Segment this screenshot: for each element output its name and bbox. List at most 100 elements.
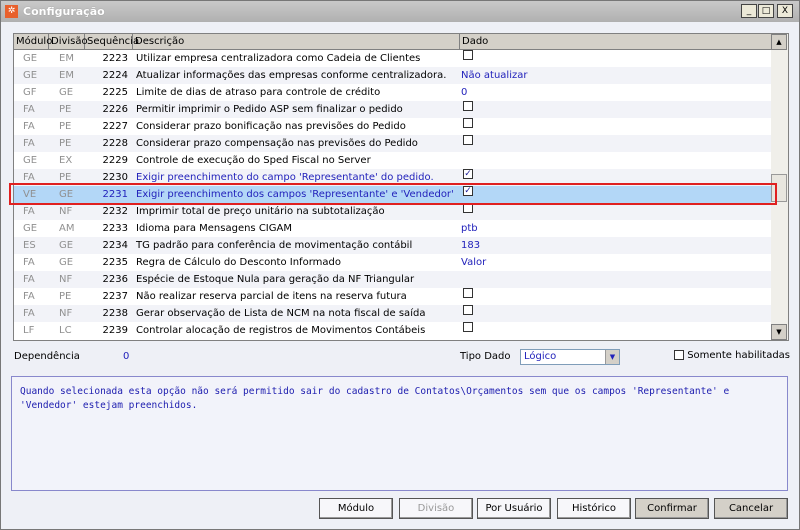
cell-dado: ptb xyxy=(461,223,478,234)
checkbox-icon[interactable] xyxy=(463,305,473,315)
cancelar-button[interactable]: Cancelar xyxy=(714,498,788,519)
cell-descricao: Espécie de Estoque Nula para geração da … xyxy=(136,274,415,285)
cell-divisao: GE xyxy=(59,240,74,251)
table-row[interactable]: GE EM 2224 Atualizar informações das empres… xyxy=(14,67,772,84)
cell-divisao: PE xyxy=(59,138,72,149)
cell-descricao: Não realizar reserva parcial de itens na… xyxy=(136,291,407,302)
description-box: Quando selecionada esta opção não será p… xyxy=(11,376,788,491)
chevron-down-icon[interactable]: ▼ xyxy=(605,350,619,364)
cell-descricao: Imprimir total de preço unitário na subt… xyxy=(136,206,385,217)
divisao-button[interactable]: Divisão xyxy=(399,498,473,519)
title-bar: ✲ Configuração _ □ X xyxy=(1,1,799,22)
col-dado[interactable]: Dado xyxy=(460,34,772,50)
modulo-button[interactable]: Módulo xyxy=(319,498,393,519)
cell-modulo: ES xyxy=(23,240,36,251)
somente-habilitadas-checkbox[interactable]: Somente habilitadas xyxy=(674,350,790,361)
cell-sequencia: 2238 xyxy=(102,308,128,319)
col-modulo[interactable]: Módulo xyxy=(14,34,52,50)
cell-divisao: AM xyxy=(59,223,75,234)
col-descricao[interactable]: Descrição xyxy=(133,34,460,50)
cell-divisao: NF xyxy=(59,206,73,217)
cell-descricao: Regra de Cálculo do Desconto Informado xyxy=(136,257,341,268)
table-row[interactable]: GE EX 2229 Controle de execução do Sped Fis… xyxy=(14,152,772,169)
app-icon: ✲ xyxy=(5,5,18,18)
table-row[interactable]: GF GE 2225 Limite de dias de atraso para co… xyxy=(14,84,772,101)
cell-divisao: GE xyxy=(59,87,74,98)
minimize-button[interactable]: _ xyxy=(741,4,757,18)
table-row[interactable]: LF LC 2239 Controlar alocação de registros … xyxy=(14,322,772,339)
cell-sequencia: 2236 xyxy=(102,274,128,285)
table-row[interactable]: FA NF 2238 Gerar observação de Lista de NCM… xyxy=(14,305,772,322)
cell-dado: Valor xyxy=(461,257,487,268)
checkbox-icon[interactable] xyxy=(463,288,473,298)
col-sequencia[interactable]: Sequência xyxy=(85,34,139,50)
table-row[interactable]: FA PE 2237 Não realizar reserva parcial de … xyxy=(14,288,772,305)
table-row[interactable]: GE AM 2233 Idioma para Mensagens CIGAM ptb xyxy=(14,220,772,237)
cell-modulo: GE xyxy=(23,223,38,234)
cell-modulo: FA xyxy=(23,104,35,115)
dependencia-label: Dependência xyxy=(14,351,80,362)
table-row[interactable]: FA NF 2232 Imprimir total de preço unitário… xyxy=(14,203,772,220)
checkbox-icon[interactable] xyxy=(463,50,473,60)
cell-modulo: FA xyxy=(23,206,35,217)
cell-descricao: Atualizar informações das empresas confo… xyxy=(136,70,447,81)
table-row[interactable]: GE EM 2223 Utilizar empresa centralizadora … xyxy=(14,50,772,67)
historico-button[interactable]: Histórico xyxy=(557,498,631,519)
cell-divisao: NF xyxy=(59,274,73,285)
configuracao-window: ✲ Configuração _ □ X Módulo Divisão Sequ… xyxy=(0,0,800,530)
cell-dado: 183 xyxy=(461,240,481,251)
scroll-down-button[interactable]: ▼ xyxy=(771,324,787,340)
checkbox-icon[interactable] xyxy=(463,135,473,145)
cell-sequencia: 2229 xyxy=(102,155,128,166)
table-row[interactable]: FA NF 2236 Espécie de Estoque Nula para ger… xyxy=(14,271,772,288)
cell-descricao: Controlar alocação de registros de Movim… xyxy=(136,325,426,336)
cell-sequencia: 2228 xyxy=(102,138,128,149)
por-usuario-button[interactable]: Por Usuário xyxy=(477,498,551,519)
cell-divisao: EM xyxy=(59,70,74,81)
col-divisao[interactable]: Divisão xyxy=(49,34,88,50)
table-row[interactable]: ES GE 2234 TG padrão para conferência de mo… xyxy=(14,237,772,254)
table-row[interactable]: FA PE 2227 Considerar prazo bonificação nas… xyxy=(14,118,772,135)
checkbox-icon[interactable] xyxy=(463,118,473,128)
cell-divisao: EX xyxy=(59,155,73,166)
table-row[interactable]: FA GE 2235 Regra de Cálculo do Desconto Inf… xyxy=(14,254,772,271)
tipo-dado-value: Lógico xyxy=(524,351,557,362)
cell-sequencia: 2226 xyxy=(102,104,128,115)
close-button[interactable]: X xyxy=(777,4,793,18)
checkbox-icon[interactable] xyxy=(463,101,473,111)
cell-modulo: FA xyxy=(23,257,35,268)
tipo-dado-select[interactable]: Lógico ▼ xyxy=(520,349,620,365)
cell-descricao: Considerar prazo compensação nas previsõ… xyxy=(136,138,418,149)
cell-sequencia: 2223 xyxy=(102,53,128,64)
cell-dado: Não atualizar xyxy=(461,70,528,81)
cell-modulo: FA xyxy=(23,121,35,132)
checkbox-icon[interactable] xyxy=(674,350,684,360)
cell-sequencia: 2239 xyxy=(102,325,128,336)
cell-sequencia: 2225 xyxy=(102,87,128,98)
table-row[interactable]: FA PE 2226 Permitir imprimir o Pedido ASP s… xyxy=(14,101,772,118)
cell-descricao: TG padrão para conferência de movimentaç… xyxy=(136,240,413,251)
cell-dado: 0 xyxy=(461,87,468,98)
cell-modulo: LF xyxy=(23,325,35,336)
cell-modulo: FA xyxy=(23,291,35,302)
checkbox-checked-icon[interactable]: ✓ xyxy=(463,169,473,179)
scroll-up-button[interactable]: ▲ xyxy=(771,34,787,50)
cell-sequencia: 2237 xyxy=(102,291,128,302)
cell-divisao: GE xyxy=(59,257,74,268)
cell-divisao: EM xyxy=(59,53,74,64)
table-row[interactable]: FA PE 2228 Considerar prazo compensação nas… xyxy=(14,135,772,152)
checkbox-icon[interactable] xyxy=(463,322,473,332)
cell-descricao: Considerar prazo bonificação nas previsõ… xyxy=(136,121,406,132)
cell-sequencia: 2227 xyxy=(102,121,128,132)
cell-sequencia: 2234 xyxy=(102,240,128,251)
cell-sequencia: 2235 xyxy=(102,257,128,268)
cell-modulo: FA xyxy=(23,138,35,149)
cell-descricao: Utilizar empresa centralizadora como Cad… xyxy=(136,53,421,64)
selected-row-highlight xyxy=(9,183,777,205)
cell-descricao: Controle de execução do Sped Fiscal no S… xyxy=(136,155,371,166)
dependencia-value: 0 xyxy=(123,351,130,362)
maximize-button[interactable]: □ xyxy=(758,4,774,18)
cell-modulo: FA xyxy=(23,308,35,319)
confirmar-button[interactable]: Confirmar xyxy=(635,498,709,519)
cell-divisao: PE xyxy=(59,291,72,302)
